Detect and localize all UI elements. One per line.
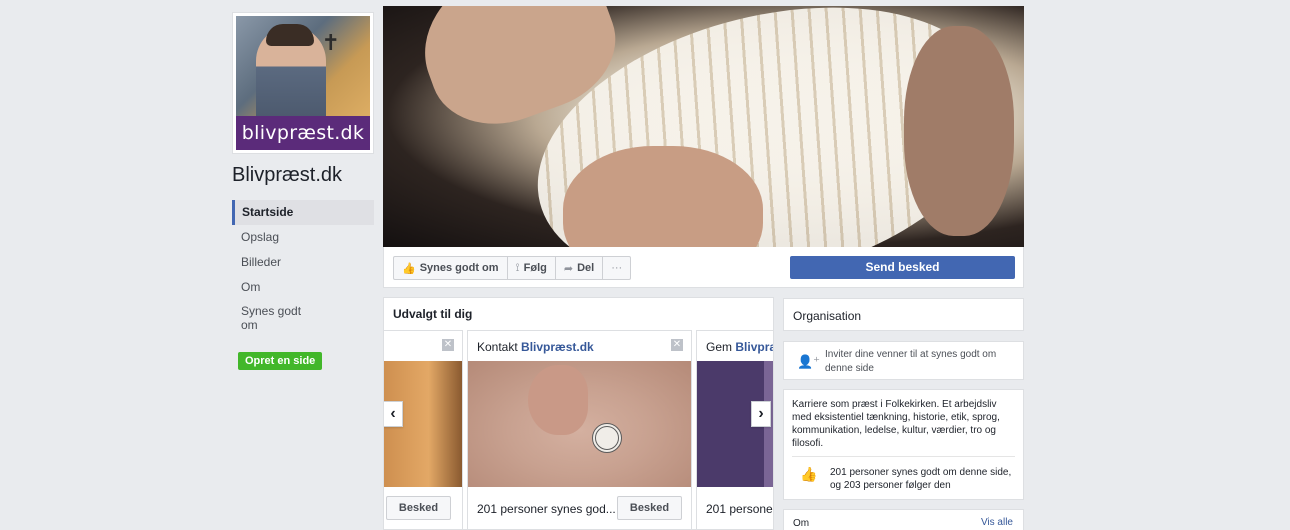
close-icon[interactable]: ✕: [442, 339, 454, 351]
earring-shape: [592, 423, 622, 453]
card-action-prefix: Kontakt: [477, 340, 518, 354]
nav-item-billeder[interactable]: Billeder: [232, 250, 374, 275]
divider: [792, 456, 1015, 457]
page-action-bar: 👍 Synes godt om ⟟ Følg ➦ Del ··· Send be…: [383, 247, 1024, 288]
card-heading: Gem Blivpræ: [706, 340, 773, 354]
message-button[interactable]: Besked: [617, 496, 682, 520]
carousel-next-button[interactable]: ›: [751, 401, 771, 427]
nav-item-synes-godt-om[interactable]: Synes godt om: [232, 300, 312, 336]
nav-item-om[interactable]: Om: [232, 275, 374, 300]
see-all-link[interactable]: Vis alle: [981, 517, 1013, 528]
cover-hand: [563, 146, 763, 247]
thumbs-up-icon: 👍: [402, 262, 416, 275]
page-title[interactable]: Blivpræst.dk: [232, 164, 342, 187]
likes-count-text: 201 personer synes godt om denne side, o…: [830, 467, 1012, 491]
message-button[interactable]: Besked: [386, 496, 451, 520]
rss-icon: ⟟: [515, 261, 520, 274]
suggestion-card: ✕ Besked: [384, 330, 463, 529]
card-page-link[interactable]: Blivpræ: [735, 340, 773, 354]
category-panel: Organisation: [783, 298, 1024, 331]
about-panel: Karriere som præst i Folkekirken. Et arb…: [783, 389, 1024, 500]
card-action-prefix: Gem: [706, 340, 733, 354]
like-button-label: Synes godt om: [419, 262, 499, 274]
about-header-panel: Om Vis alle: [783, 509, 1024, 530]
share-button[interactable]: ➦ Del: [556, 257, 604, 279]
invite-friends-text[interactable]: Inviter dine venner til at synes godt om…: [825, 348, 1021, 376]
page-description: Karriere som præst i Folkekirken. Et arb…: [792, 399, 1000, 449]
suggestion-card: Kontakt Blivpræst.dk ✕ 201 personer syne…: [467, 330, 692, 529]
invite-panel[interactable]: 👤⁺ Inviter dine venner til at synes godt…: [783, 341, 1024, 380]
cross-icon: ✝: [321, 30, 340, 55]
card-page-link[interactable]: Blivpræst.dk: [521, 340, 594, 354]
suggested-section: Udvalgt til dig ✕ Besked Kontakt Blivpræ…: [383, 297, 774, 530]
page-nav: Startside Opslag Billeder Om Synes godt …: [232, 200, 374, 336]
about-label: Om: [793, 518, 810, 529]
action-button-group: 👍 Synes godt om ⟟ Følg ➦ Del ···: [393, 256, 632, 280]
suggested-title: Udvalgt til dig: [393, 307, 473, 321]
more-icon: ···: [611, 262, 623, 274]
profile-photo: ✝ blivpræst.dk: [236, 16, 370, 150]
follow-button-label: Følg: [523, 262, 547, 274]
nav-item-opslag[interactable]: Opslag: [232, 225, 374, 250]
card-heading: Kontakt Blivpræst.dk: [477, 340, 594, 354]
page-category[interactable]: Organisation: [793, 309, 861, 323]
add-friend-icon: 👤⁺: [797, 354, 821, 369]
create-page-button[interactable]: Opret en side: [238, 352, 323, 370]
card-footer-text: 201 personer synes god...: [477, 502, 616, 516]
ear-shape: [528, 365, 588, 435]
profile-brand-logo: blivpræst.dk: [236, 116, 370, 150]
follow-button[interactable]: ⟟ Følg: [508, 257, 556, 279]
share-button-label: Del: [577, 262, 595, 274]
card-footer-text: 201 personer: [706, 502, 774, 516]
more-button[interactable]: ···: [603, 257, 630, 279]
cover-photo[interactable]: [383, 6, 1024, 247]
carousel-prev-button[interactable]: ‹: [384, 401, 403, 427]
thumbs-up-icon: 👍: [800, 466, 818, 482]
close-icon[interactable]: ✕: [671, 339, 683, 351]
nav-item-startside[interactable]: Startside: [232, 200, 374, 225]
cover-hand: [904, 26, 1014, 236]
person-hair: [266, 24, 314, 46]
card-photo[interactable]: [468, 361, 691, 487]
profile-picture[interactable]: ✝ blivpræst.dk: [232, 12, 374, 154]
share-arrow-icon: ➦: [563, 262, 574, 275]
like-button[interactable]: 👍 Synes godt om: [394, 257, 508, 279]
suggestion-card: Gem Blivpræ 201 personer: [696, 330, 774, 529]
send-message-button[interactable]: Send besked: [790, 256, 1015, 279]
